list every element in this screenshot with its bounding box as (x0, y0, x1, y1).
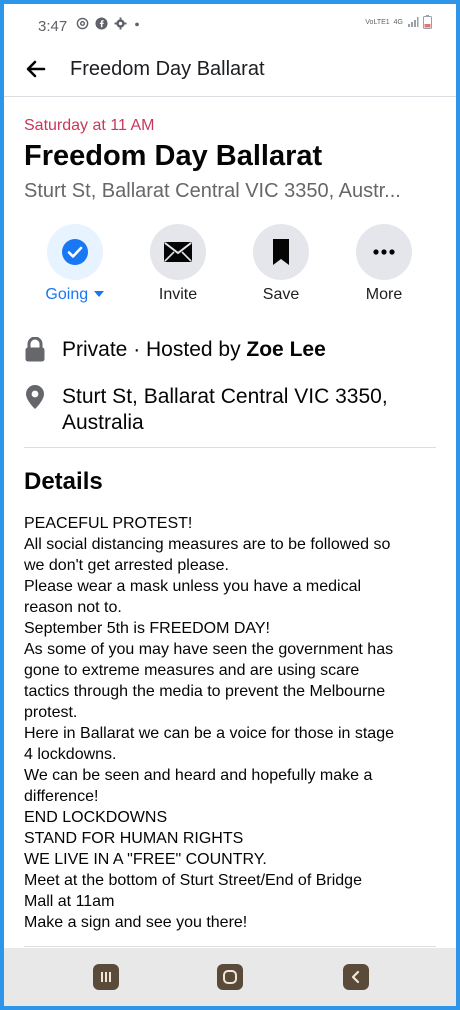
going-circle (47, 224, 103, 280)
dot-icon (135, 22, 139, 27)
lock-icon (25, 337, 45, 362)
going-button[interactable]: Going (30, 224, 120, 304)
save-button[interactable]: Save (236, 224, 326, 304)
status-bar: 3:47 VoLTE1 4G (4, 4, 456, 42)
status-icons: VoLTE1 4G (365, 15, 432, 29)
details-heading: Details (24, 468, 103, 495)
caret-down-icon (93, 291, 104, 297)
details-line: Here in Ballarat we can be a voice for t… (24, 725, 394, 742)
details-line: Please wear a mask unless you have a med… (24, 578, 362, 595)
details-line: We can be seen and heard and hopefully m… (24, 767, 373, 784)
envelope-icon (164, 242, 192, 262)
details-line: September 5th is FREEDOM DAY! (24, 620, 270, 637)
address-line-2: Australia (62, 411, 144, 434)
bottom-divider (24, 946, 436, 947)
location-pin-icon (26, 385, 44, 409)
going-text: Going (45, 286, 89, 303)
recent-apps-button[interactable] (93, 964, 119, 990)
details-line: END LOCKDOWNS (24, 809, 168, 826)
invite-circle (150, 224, 206, 280)
details-line: protest. (24, 704, 78, 721)
screen-frame: 3:47 VoLTE1 4G Freedom Day Ballarat Satu… (0, 0, 460, 1010)
details-line: we don't get arrested please. (24, 557, 229, 574)
recent-apps-icon (101, 972, 111, 982)
back-button[interactable] (343, 964, 369, 990)
check-circle-icon (62, 239, 88, 265)
details-line: 4 lockdowns. (24, 746, 117, 763)
home-button[interactable] (217, 964, 243, 990)
status-time: 3:47 (38, 18, 68, 35)
section-divider (24, 447, 436, 448)
bookmark-icon (273, 239, 289, 265)
notification-icons (76, 17, 141, 30)
app-bar-title: Freedom Day Ballarat (70, 58, 265, 80)
privacy-row: Private · Hosted by Zoe Lee (24, 337, 326, 363)
at-sign-icon (76, 17, 89, 30)
more-button[interactable]: More (339, 224, 429, 304)
app-bar: Freedom Day Ballarat (4, 42, 456, 97)
details-line: All social distancing measures are to be… (24, 536, 391, 553)
battery-icon (423, 15, 432, 29)
more-label: More (365, 286, 403, 303)
host-name[interactable]: Zoe Lee (246, 338, 325, 361)
details-line: difference! (24, 788, 99, 805)
data-label: 4G (393, 18, 403, 26)
signal-icon (408, 17, 419, 27)
details-line: Meet at the bottom of Sturt Street/End o… (24, 872, 362, 889)
privacy-prefix: Private · Hosted by (62, 338, 247, 361)
invite-button[interactable]: Invite (133, 224, 223, 304)
privacy-text: Private · Hosted by Zoe Lee (62, 337, 326, 363)
network-label: VoLTE1 (365, 18, 390, 26)
action-row: Going Invite Save More (4, 224, 456, 314)
more-icon (373, 249, 395, 255)
details-line: Make a sign and see you there! (24, 914, 248, 931)
event-date: Saturday at 11 AM (24, 117, 155, 134)
details-line: Mall at 11am (24, 893, 115, 910)
address-row[interactable]: Sturt St, Ballarat Central VIC 3350, Aus… (24, 384, 388, 436)
event-title: Freedom Day Ballarat (24, 140, 323, 172)
settings-gear-icon (114, 17, 127, 30)
home-icon (223, 970, 237, 984)
details-line: tactics through the media to prevent the… (24, 683, 386, 700)
more-circle (356, 224, 412, 280)
save-circle (253, 224, 309, 280)
invite-label: Invite (158, 286, 198, 303)
back-arrow-icon[interactable] (24, 57, 48, 81)
back-chevron-icon (351, 970, 360, 984)
details-line: As some of you may have seen the governm… (24, 641, 394, 658)
details-line: WE LIVE IN A "FREE" COUNTRY. (24, 851, 267, 868)
details-line: PEACEFUL PROTEST! (24, 515, 193, 532)
save-label: Save (262, 286, 300, 303)
system-nav-bar (4, 948, 456, 1006)
details-body: PEACEFUL PROTEST! All social distancing … (24, 513, 439, 933)
details-line: gone to extreme measures and are using s… (24, 662, 360, 679)
facebook-icon (95, 17, 108, 30)
address-line-1: Sturt St, Ballarat Central VIC 3350, (62, 385, 388, 408)
address-text: Sturt St, Ballarat Central VIC 3350, Aus… (62, 384, 388, 436)
details-line: STAND FOR HUMAN RIGHTS (24, 830, 244, 847)
details-line: reason not to. (24, 599, 122, 616)
going-label: Going (30, 286, 120, 304)
event-location-summary[interactable]: Sturt St, Ballarat Central VIC 3350, Aus… (24, 180, 401, 203)
